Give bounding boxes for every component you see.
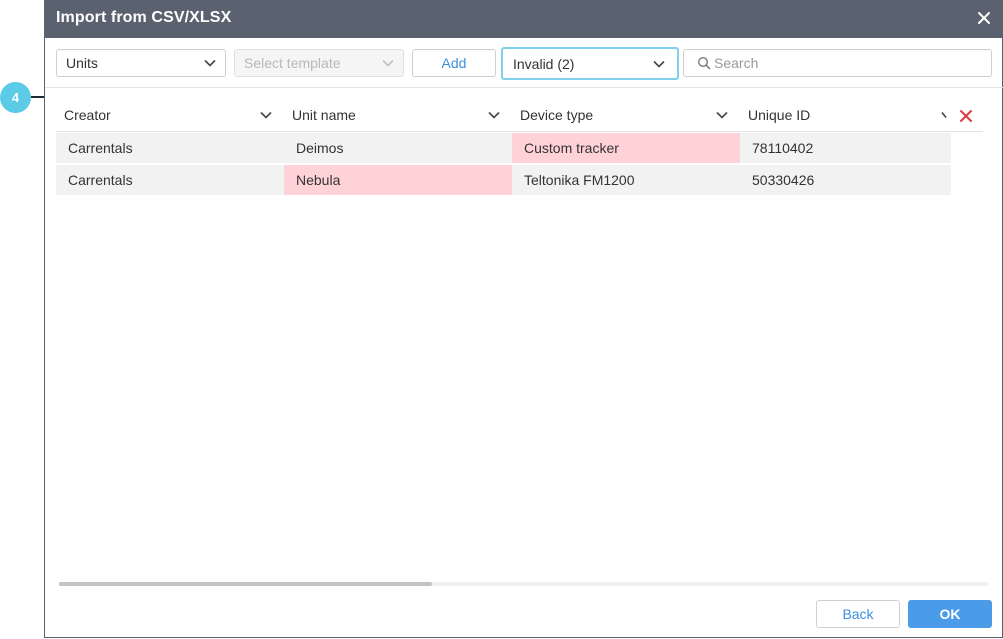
cell-device-type: Teltonika FM1200 xyxy=(524,172,635,188)
cell-unit-name: Deimos xyxy=(296,140,344,156)
column-header-label: Unit name xyxy=(292,106,356,123)
table-row[interactable]: Carrentals Nebula Teltonika FM1200 50330… xyxy=(56,165,951,195)
filter-select[interactable]: Invalid (2) xyxy=(501,47,679,80)
chevron-down-icon xyxy=(204,59,216,67)
cell-creator: Carrentals xyxy=(68,172,133,188)
template-select-placeholder: Select template xyxy=(244,55,341,71)
column-header-creator[interactable]: Creator xyxy=(56,98,284,131)
search-field[interactable] xyxy=(683,49,992,77)
import-toolbar: Units Select template Add Invalid (2) xyxy=(45,38,1003,88)
column-header-device-type[interactable]: Device type xyxy=(512,98,740,131)
back-button[interactable]: Back xyxy=(816,600,900,628)
import-dialog: Import from CSV/XLSX Units Select templa… xyxy=(44,0,1003,638)
table-header: Creator Unit name Device type Unique ID xyxy=(56,98,983,132)
search-input[interactable] xyxy=(714,53,984,73)
delete-x-icon[interactable] xyxy=(959,109,973,123)
add-button[interactable]: Add xyxy=(412,49,496,77)
chevron-down-icon xyxy=(382,59,394,67)
column-header-unique-id[interactable]: Unique ID xyxy=(740,98,951,131)
type-select[interactable]: Units xyxy=(56,49,226,77)
cell-unique-id: 78110402 xyxy=(752,140,814,156)
dialog-titlebar: Import from CSV/XLSX xyxy=(45,0,1003,38)
cell-unit-name-invalid: Nebula xyxy=(284,165,512,195)
chevron-down-icon[interactable] xyxy=(260,111,272,119)
chevron-down-icon[interactable] xyxy=(941,111,947,119)
cell-creator: Carrentals xyxy=(68,140,133,156)
template-select[interactable]: Select template xyxy=(234,49,404,77)
close-icon[interactable] xyxy=(976,10,992,26)
chevron-down-icon xyxy=(653,60,665,68)
chevron-down-icon[interactable] xyxy=(716,111,728,119)
cell-unique-id: 50330426 xyxy=(752,172,815,188)
chevron-down-icon[interactable] xyxy=(488,111,500,119)
cell-device-type-invalid: Custom tracker xyxy=(512,133,740,163)
column-header-label: Device type xyxy=(520,106,594,123)
horizontal-scrollbar-thumb[interactable] xyxy=(59,582,432,586)
column-header-unit-name[interactable]: Unit name xyxy=(284,98,512,131)
type-select-value: Units xyxy=(66,55,98,71)
callout-badge: 4 xyxy=(0,82,31,113)
ok-button[interactable]: OK xyxy=(908,600,992,628)
table-row[interactable]: Carrentals Deimos Custom tracker 7811040… xyxy=(56,133,951,163)
search-icon xyxy=(697,56,711,70)
column-header-label: Unique ID xyxy=(748,106,811,123)
dialog-title: Import from CSV/XLSX xyxy=(56,9,232,26)
column-header-label: Creator xyxy=(64,106,111,123)
